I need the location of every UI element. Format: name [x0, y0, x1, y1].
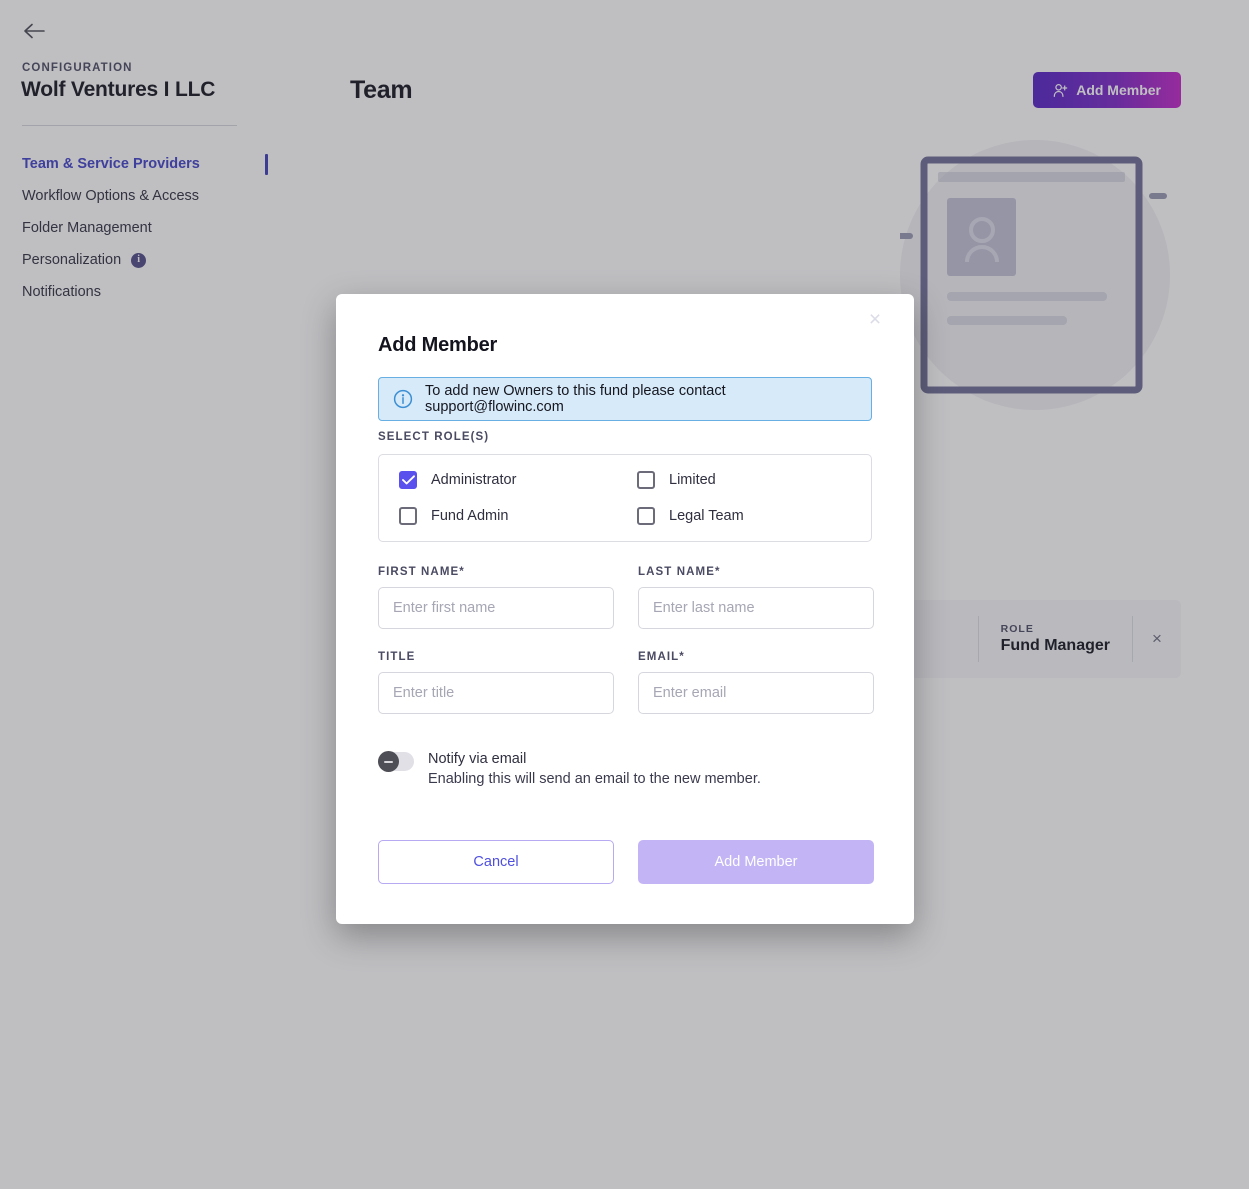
role-option-label: Administrator	[431, 472, 517, 488]
cancel-button[interactable]: Cancel	[378, 840, 614, 884]
notify-title: Notify via email	[428, 751, 527, 767]
notify-via-email-row: Notify via email Enabling this will send…	[378, 749, 761, 789]
info-banner: To add new Owners to this fund please co…	[378, 377, 872, 421]
checkbox-icon[interactable]	[637, 471, 655, 489]
checkbox-icon[interactable]	[399, 507, 417, 525]
member-form-fields: FIRST NAME* LAST NAME* TITLE EMAIL*	[378, 566, 874, 736]
first-name-field-group: FIRST NAME*	[378, 566, 614, 629]
role-checkbox-administrator[interactable]: Administrator	[399, 462, 637, 498]
info-banner-text: To add new Owners to this fund please co…	[425, 383, 726, 415]
first-name-input[interactable]	[378, 587, 614, 629]
modal-title: Add Member	[378, 334, 498, 356]
title-field-group: TITLE	[378, 651, 614, 714]
roles-group: Administrator Limited Fund Admin Legal T…	[378, 454, 872, 542]
info-circle-icon	[393, 389, 413, 409]
submit-add-member-button[interactable]: Add Member	[638, 840, 874, 884]
role-option-label: Limited	[669, 472, 716, 488]
role-option-label: Fund Admin	[431, 508, 509, 524]
email-label: EMAIL*	[638, 651, 685, 663]
title-input[interactable]	[378, 672, 614, 714]
title-label: TITLE	[378, 651, 416, 663]
role-checkbox-legal-team[interactable]: Legal Team	[637, 498, 851, 534]
email-field-group: EMAIL*	[638, 651, 874, 714]
checkbox-icon[interactable]	[399, 471, 417, 489]
modal-actions: Cancel Add Member	[378, 840, 874, 884]
notify-texts: Notify via email Enabling this will send…	[428, 749, 761, 789]
add-member-modal: × Add Member To add new Owners to this f…	[336, 294, 914, 924]
last-name-label: LAST NAME*	[638, 566, 721, 578]
role-option-label: Legal Team	[669, 508, 744, 524]
checkbox-icon[interactable]	[637, 507, 655, 525]
select-roles-label: SELECT ROLE(S)	[378, 431, 490, 443]
toggle-knob	[378, 751, 399, 772]
role-checkbox-fund-admin[interactable]: Fund Admin	[399, 498, 637, 534]
close-icon[interactable]: ×	[861, 305, 889, 333]
first-name-label: FIRST NAME*	[378, 566, 465, 578]
last-name-input[interactable]	[638, 587, 874, 629]
role-checkbox-limited[interactable]: Limited	[637, 462, 851, 498]
notify-description: Enabling this will send an email to the …	[428, 771, 761, 787]
last-name-field-group: LAST NAME*	[638, 566, 874, 629]
notify-via-email-toggle[interactable]	[378, 751, 414, 772]
email-input[interactable]	[638, 672, 874, 714]
app-root: CONFIGURATION Wolf Ventures I LLC Team &…	[0, 0, 1249, 1189]
